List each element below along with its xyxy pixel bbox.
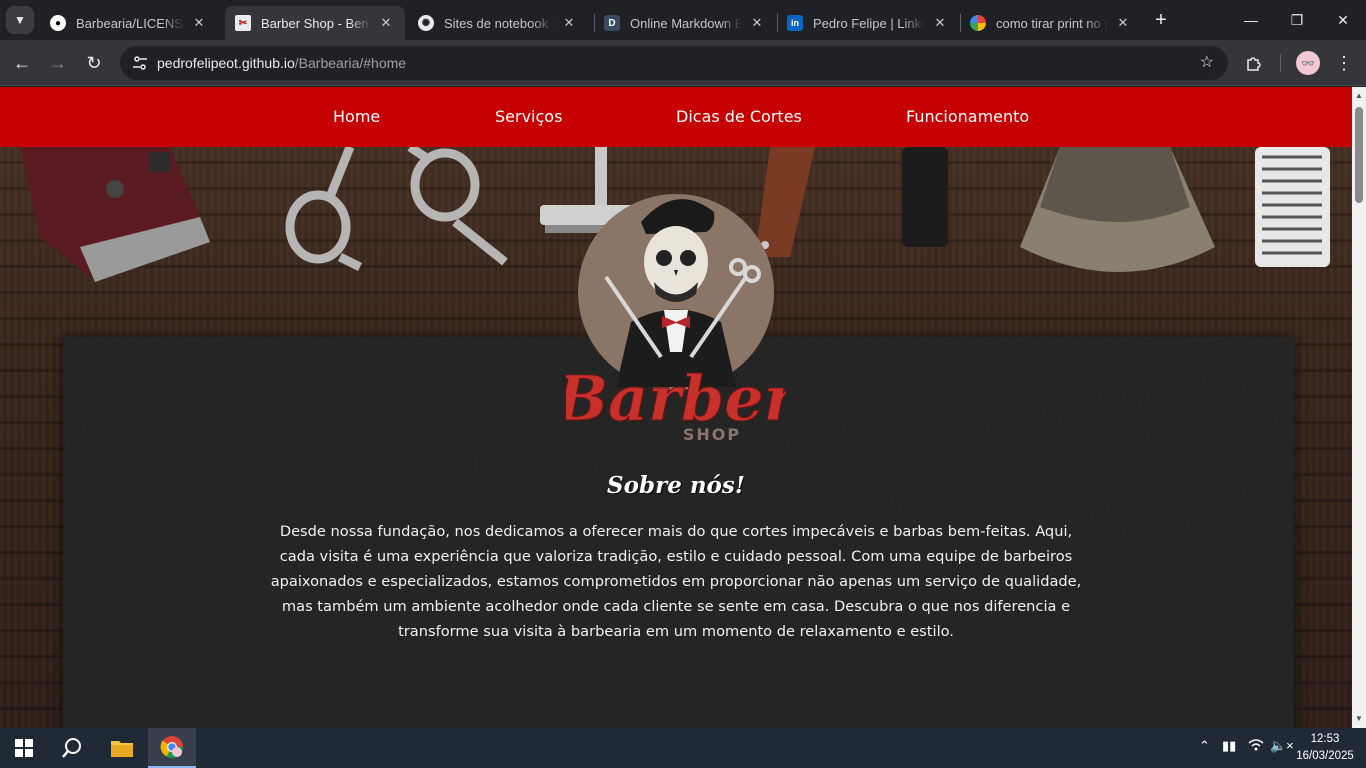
razor-handle-icon — [902, 147, 948, 247]
tab-title: Online Markdown Editor — [630, 15, 742, 31]
close-window-button[interactable]: ✕ — [1320, 0, 1366, 40]
nav-dicas-de-cortes[interactable]: Dicas de Cortes — [676, 87, 802, 147]
chrome-taskbar-button[interactable] — [148, 728, 196, 768]
barber-shop-logo: Barber SHOP — [566, 194, 786, 442]
minimize-button[interactable]: — — [1228, 0, 1274, 40]
reload-button[interactable]: ↻ — [82, 51, 106, 75]
tab-linkedin[interactable]: in Pedro Felipe | LinkedIn ✕ — [777, 6, 959, 40]
scroll-down-icon[interactable]: ▼ — [1352, 712, 1366, 726]
tab-chatgpt[interactable]: ✺ Sites de notebook usados ✕ — [408, 6, 588, 40]
close-icon[interactable]: ✕ — [1114, 15, 1132, 31]
wifi-icon[interactable] — [1248, 738, 1264, 755]
reload-icon: ↻ — [86, 52, 102, 73]
logo-sub: SHOP — [683, 425, 741, 442]
close-icon[interactable]: ✕ — [190, 15, 208, 31]
profile-avatar[interactable]: 👓 — [1296, 51, 1320, 75]
scissors-icon — [285, 147, 508, 272]
url-text: pedrofelipeot.github.io/Barbearia/#home — [157, 55, 406, 71]
page-scrollbar[interactable]: ▲ ▼ — [1352, 87, 1366, 728]
address-bar[interactable]: pedrofelipeot.github.io/Barbearia/#home … — [120, 46, 1228, 80]
tab-title: Sites de notebook usados — [444, 15, 554, 31]
close-icon[interactable]: ✕ — [748, 15, 766, 31]
tab-title: Barbearia/LICENSE at main — [76, 15, 184, 31]
restore-button[interactable]: ❐ — [1274, 0, 1320, 40]
url-path: /Barbearia/#home — [294, 55, 407, 71]
minimize-icon: — — [1244, 12, 1258, 28]
barber-favicon-icon: ✂ — [235, 15, 251, 31]
back-button[interactable]: ← — [10, 51, 34, 75]
nav-funcionamento[interactable]: Funcionamento — [906, 87, 1029, 147]
extensions-button[interactable] — [1242, 51, 1266, 75]
plus-icon: + — [1155, 9, 1167, 31]
bookmark-star-icon[interactable]: ☆ — [1200, 52, 1214, 72]
chevron-up-icon[interactable]: ⌃ — [1199, 738, 1210, 754]
tab-github[interactable]: ● Barbearia/LICENSE at main ✕ — [40, 6, 218, 40]
windows-logo-icon — [15, 739, 33, 757]
skull-icon — [644, 226, 708, 298]
comb-icon — [1255, 147, 1330, 267]
battery-icon[interactable]: ▮▮ — [1222, 738, 1236, 754]
github-icon: ● — [50, 15, 66, 31]
chevron-down-icon: ▼ — [14, 13, 26, 27]
close-icon[interactable]: ✕ — [377, 15, 395, 31]
new-tab-button[interactable]: + — [1150, 9, 1172, 31]
start-button[interactable] — [0, 728, 48, 768]
browser-toolbar: ← → ↻ pedrofelipeot.github.io/Barbearia/… — [0, 40, 1366, 86]
folder-icon — [111, 741, 133, 757]
tab-title: Pedro Felipe | LinkedIn — [813, 15, 925, 31]
more-vert-icon: ⋮ — [1335, 52, 1353, 73]
about-text: Desde nossa fundação, nos dedicamos a of… — [270, 523, 1082, 640]
toolbar-separator — [1280, 54, 1281, 72]
chrome-icon — [160, 736, 183, 758]
shaving-brush-icon — [1020, 147, 1215, 272]
windows-taskbar: ⌃ ▮▮ 🔈× 12:53 16/03/2025 — [0, 728, 1366, 768]
system-clock[interactable]: 12:53 16/03/2025 — [1290, 731, 1360, 765]
page-viewport: Home Serviços Dicas de Cortes Funcioname… — [0, 87, 1352, 728]
menu-button[interactable]: ⋮ — [1332, 51, 1356, 75]
google-icon — [970, 15, 986, 31]
linkedin-icon: in — [787, 15, 803, 31]
hair-clipper-icon — [20, 147, 210, 282]
file-explorer-button[interactable] — [98, 728, 146, 768]
nav-servicos[interactable]: Serviços — [495, 87, 562, 147]
tab-barber-shop[interactable]: ✂ Barber Shop - Bem-vindo ✕ — [225, 6, 405, 40]
restore-icon: ❐ — [1290, 11, 1304, 28]
tab-search-button[interactable]: ▼ — [6, 6, 34, 34]
forward-button[interactable]: → — [46, 51, 70, 75]
url-host: pedrofelipeot.github.io — [157, 55, 295, 71]
arrow-left-icon: ← — [13, 52, 31, 73]
site-info-icon[interactable] — [128, 51, 152, 75]
tab-title: Barber Shop - Bem-vindo — [261, 15, 371, 31]
browser-tab-strip: ▼ ● Barbearia/LICENSE at main ✕ ✂ Barber… — [0, 0, 1366, 40]
about-title: Sobre nós! — [607, 472, 745, 499]
scrollbar-thumb[interactable] — [1355, 107, 1363, 203]
nav-home[interactable]: Home — [333, 87, 380, 147]
close-icon: ✕ — [1337, 11, 1349, 28]
tab-google[interactable]: como tirar print no pc ✕ — [960, 6, 1142, 40]
scroll-up-icon[interactable]: ▲ — [1352, 89, 1366, 103]
logo-word: Barber — [566, 362, 786, 435]
search-button[interactable] — [48, 728, 96, 768]
close-icon[interactable]: ✕ — [931, 15, 949, 31]
dillinger-icon: D — [604, 15, 620, 31]
close-icon[interactable]: ✕ — [560, 15, 578, 31]
search-icon — [62, 738, 81, 758]
tab-title: como tirar print no pc — [996, 15, 1108, 31]
clock-date: 16/03/2025 — [1296, 750, 1354, 762]
clock-time: 12:53 — [1310, 733, 1340, 745]
tab-markdown-editor[interactable]: D Online Markdown Editor ✕ — [594, 6, 776, 40]
chatgpt-icon: ✺ — [418, 15, 434, 31]
avatar-icon: 👓 — [1301, 57, 1315, 70]
top-navigation: Home Serviços Dicas de Cortes Funcioname… — [0, 87, 1352, 147]
arrow-right-icon: → — [49, 52, 67, 73]
puzzle-icon — [1247, 57, 1261, 71]
